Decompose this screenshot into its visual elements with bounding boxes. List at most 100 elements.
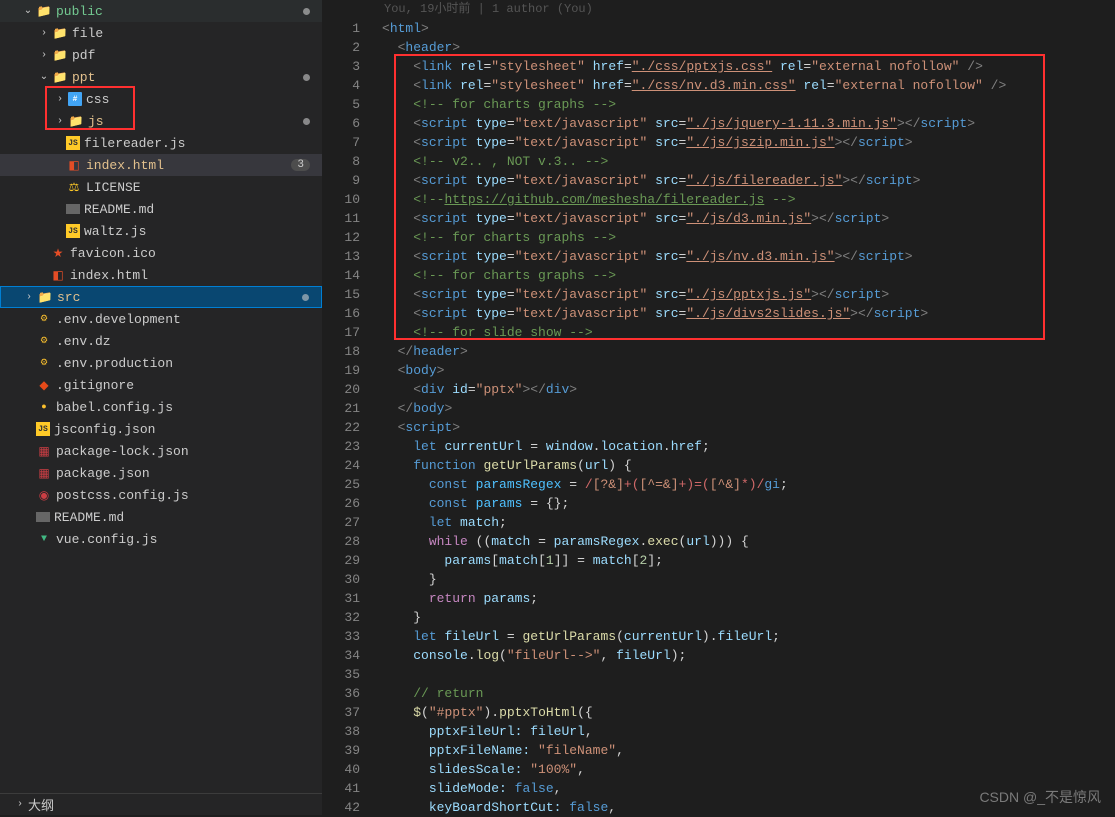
code-line: let fileUrl = getUrlParams(currentUrl).f… [382,627,1115,646]
folder-src[interactable]: › 📁 src [0,286,322,308]
code-line: } [382,608,1115,627]
babel-icon: ● [36,399,52,415]
code-line: return params; [382,589,1115,608]
code-line: <!--https://github.com/meshesha/fileread… [382,190,1115,209]
code-content[interactable]: You, 19小时前 | 1 author (You) <html> <head… [372,0,1115,815]
folder-icon: 📁 [37,289,53,305]
code-line: } [382,570,1115,589]
file-filereader[interactable]: JS filereader.js [0,132,322,154]
chevron-right-icon: › [12,799,28,810]
file-envdev[interactable]: ⚙ .env.development [0,308,322,330]
file-label: index.html [86,158,164,173]
npm-icon: ▦ [36,465,52,481]
code-line: <div id="pptx"></div> [382,380,1115,399]
code-line: <script> [382,418,1115,437]
folder-icon: 📁 [52,47,68,63]
js-icon: JS [66,224,80,238]
code-line: let match; [382,513,1115,532]
modified-dot-icon [302,294,309,301]
file-label: package-lock.json [56,444,189,459]
markdown-icon [66,204,80,214]
file-label: vue.config.js [56,532,157,547]
file-gitignore[interactable]: ◆ .gitignore [0,374,322,396]
folder-label: ppt [72,70,95,85]
code-line: const params = {}; [382,494,1115,513]
git-icon: ◆ [36,377,52,393]
file-label: README.md [54,510,124,525]
js-icon: JS [66,136,80,150]
code-line: <!-- v2.. , NOT v.3.. --> [382,152,1115,171]
code-line: <!-- for charts graphs --> [382,228,1115,247]
folder-public[interactable]: ⌄ 📁 public [0,0,322,22]
file-pkglock[interactable]: ▦ package-lock.json [0,440,322,462]
file-jsconfig[interactable]: JS jsconfig.json [0,418,322,440]
file-vueconfig[interactable]: ▼ vue.config.js [0,528,322,550]
file-postcss[interactable]: ◉ postcss.config.js [0,484,322,506]
code-line: $("#pptx").pptxToHtml({ [382,703,1115,722]
config-icon: ⚙ [36,355,52,371]
file-readme[interactable]: README.md [0,198,322,220]
code-line: <link rel="stylesheet" href="./css/pptxj… [382,57,1115,76]
outline-panel[interactable]: › 大纲 [0,793,322,815]
markdown-icon [36,512,50,522]
file-readme2[interactable]: README.md [0,506,322,528]
file-favicon[interactable]: ★ favicon.ico [0,242,322,264]
html-icon: ◧ [66,157,82,173]
code-line: </header> [382,342,1115,361]
file-envprod[interactable]: ⚙ .env.production [0,352,322,374]
file-label: postcss.config.js [56,488,189,503]
vue-icon: ▼ [36,531,52,547]
code-line: console.log("fileUrl-->", fileUrl); [382,646,1115,665]
code-line: <header> [382,38,1115,57]
code-line: <script type="text/javascript" src="./js… [382,114,1115,133]
file-indexhtml[interactable]: ◧ index.html 3 [0,154,322,176]
code-line: <!-- for charts graphs --> [382,95,1115,114]
folder-label: src [57,290,80,305]
postcss-icon: ◉ [36,487,52,503]
code-line: <html> [382,19,1115,38]
file-label: .env.production [56,356,173,371]
file-waltz[interactable]: JS waltz.js [0,220,322,242]
folder-label: file [72,26,103,41]
ico-icon: ★ [50,245,66,261]
npm-icon: ▦ [36,443,52,459]
code-line [382,665,1115,684]
folder-icon: 📁 [52,69,68,85]
code-line: <script type="text/javascript" src="./js… [382,171,1115,190]
code-line: <!-- for slide show --> [382,323,1115,342]
code-line: pptxFileName: "fileName", [382,741,1115,760]
folder-pdf[interactable]: › 📁 pdf [0,44,322,66]
file-pkg[interactable]: ▦ package.json [0,462,322,484]
git-blame: You, 19小时前 | 1 author (You) [382,0,1115,19]
code-line: <script type="text/javascript" src="./js… [382,209,1115,228]
code-line: let currentUrl = window.location.href; [382,437,1115,456]
code-line: <script type="text/javascript" src="./js… [382,133,1115,152]
file-label: filereader.js [84,136,185,151]
chevron-right-icon: › [36,28,52,39]
code-line: <script type="text/javascript" src="./js… [382,285,1115,304]
file-label: LICENSE [86,180,141,195]
watermark: CSDN @_不是惊风 [979,787,1101,807]
problems-badge: 3 [291,159,310,171]
chevron-right-icon: › [21,292,37,303]
line-gutter: 1234567891011121314151617181920212223242… [322,0,372,815]
file-label: .env.development [56,312,181,327]
file-license[interactable]: ⚖ LICENSE [0,176,322,198]
modified-dot-icon [303,8,310,15]
code-editor[interactable]: 1234567891011121314151617181920212223242… [322,0,1115,815]
folder-ppt[interactable]: ⌄ 📁 ppt [0,66,322,88]
folder-icon: 📁 [52,25,68,41]
outline-label: 大纲 [28,795,54,814]
file-label: jsconfig.json [54,422,155,437]
folder-file[interactable]: › 📁 file [0,22,322,44]
code-line: params[match[1]] = match[2]; [382,551,1115,570]
file-babel[interactable]: ● babel.config.js [0,396,322,418]
file-label: index.html [70,268,148,283]
html-icon: ◧ [50,267,66,283]
code-line: // return [382,684,1115,703]
folder-label: public [56,4,103,19]
code-line: <script type="text/javascript" src="./js… [382,247,1115,266]
file-label: .env.dz [56,334,111,349]
file-indexhtml2[interactable]: ◧ index.html [0,264,322,286]
file-envdz[interactable]: ⚙ .env.dz [0,330,322,352]
